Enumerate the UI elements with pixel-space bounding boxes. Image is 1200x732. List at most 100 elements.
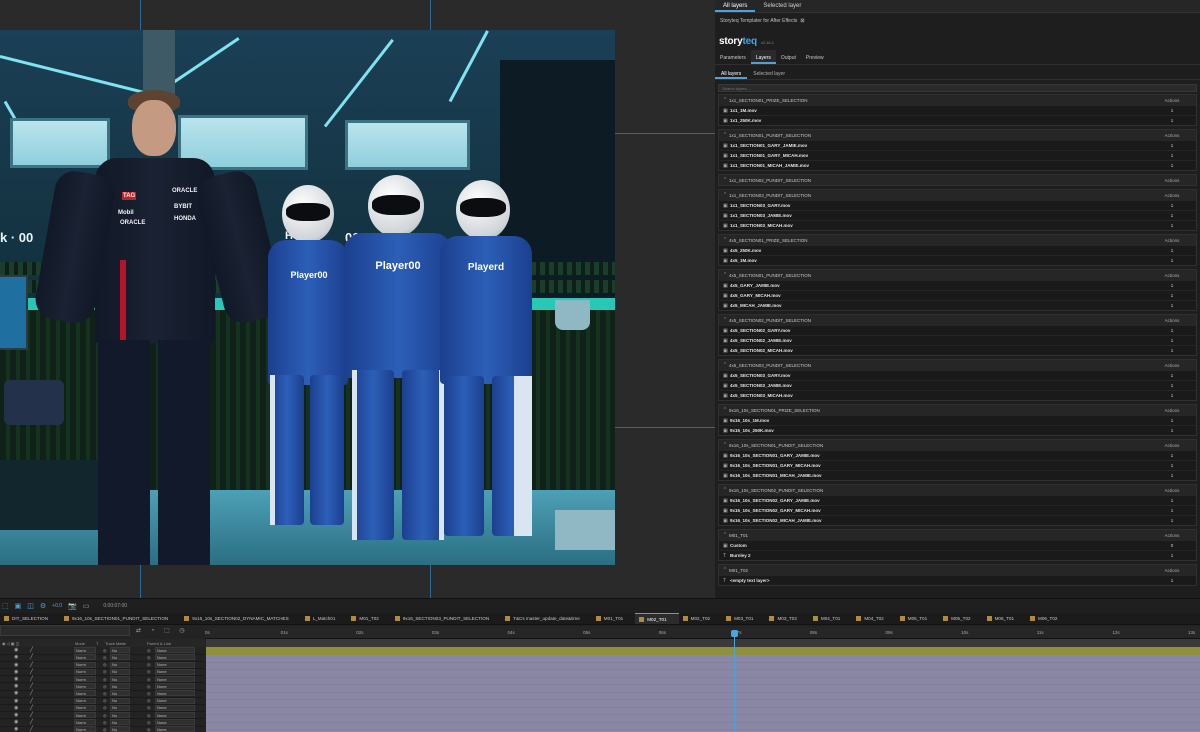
parent-select[interactable]: None <box>155 719 195 726</box>
comp-tab[interactable]: M01_T01 <box>592 613 635 624</box>
comp-tab[interactable]: M05_T01 <box>896 613 939 624</box>
layer-action-value[interactable]: 1 <box>1152 453 1192 458</box>
track-matte-select[interactable]: No <box>110 712 130 719</box>
mode-select[interactable]: Norm <box>74 712 96 719</box>
layer-action-value[interactable]: 1 <box>1152 153 1192 158</box>
layer-row[interactable]: ▣ 4x5_SECTION02_JAMIE.mov 1 <box>719 335 1196 345</box>
mode-select[interactable]: Norm <box>74 726 96 732</box>
group-header[interactable]: ⌃ M01_T01 Actions <box>719 530 1196 540</box>
layer-action-value[interactable]: 1 <box>1152 203 1192 208</box>
layer-row[interactable]: ▣ 4x5_GARY_MICAH.mov 1 <box>719 290 1196 300</box>
layer-action-value[interactable]: 1 <box>1152 463 1192 468</box>
comp-tab[interactable]: M02_T02 <box>679 613 722 624</box>
pickwhip-icon[interactable]: ◎ <box>147 713 151 718</box>
pickwhip-icon[interactable]: ◎ <box>147 662 151 667</box>
layer-row[interactable]: ▣ 9x16_10s_250K.mov 1 <box>719 425 1196 435</box>
layer-action-value[interactable]: 1 <box>1152 163 1192 168</box>
layer-action-value[interactable]: 1 <box>1152 283 1192 288</box>
close-icon[interactable]: ⊠ <box>800 18 804 24</box>
layer-row[interactable]: ▣ 9x16_10s_1M.mov 1 <box>719 415 1196 425</box>
eye-icon[interactable]: ◉ <box>14 683 18 689</box>
layer-row[interactable]: ▣ 1x1_SECTION01_GARY_JAMIE.mov 1 <box>719 140 1196 150</box>
layer-action-value[interactable]: 1 <box>1152 303 1192 308</box>
layer-action-value[interactable]: 1 <box>1152 293 1192 298</box>
track-matte-select[interactable]: No <box>110 690 130 697</box>
tab-all-layers-top[interactable]: All layers <box>715 0 756 12</box>
group-header[interactable]: ⌃ 9x16_10s_SECTION01_PUNDIT_SELECTION Acti… <box>719 440 1196 450</box>
parent-select[interactable]: None <box>155 712 195 719</box>
track-matte-select[interactable]: No <box>110 697 130 704</box>
layer-action-value[interactable]: 1 <box>1152 553 1192 558</box>
layer-row[interactable]: ▣ 1x1_250K.mov 1 <box>719 115 1196 125</box>
comp-tab[interactable]: M04_T01 <box>809 613 852 624</box>
layer-row[interactable]: ▣ 9x16_10s_SECTION02_GARY_MICAH.mov 1 <box>719 505 1196 515</box>
tab-all-layers[interactable]: All layers <box>715 67 748 79</box>
layer-action-value[interactable]: 1 <box>1152 328 1192 333</box>
layer-row[interactable]: ▣ 4x5_SECTION03_MICAH.mov 1 <box>719 390 1196 400</box>
layer-action-value[interactable]: 1 <box>1152 373 1192 378</box>
layer-row[interactable]: ▣ 4x5_SECTION02_MICAH.mov 1 <box>719 345 1196 355</box>
group-header[interactable]: ⌃ 9x16_10s_SECTION02_PUNDIT_SELECTION Acti… <box>719 485 1196 495</box>
layer-action-value[interactable]: 1 <box>1152 383 1192 388</box>
eye-icon[interactable]: ◉ <box>14 726 18 732</box>
group-header[interactable]: ⌃ 1x1_SECTION01_PRIZE_SELECTION Actions <box>719 95 1196 105</box>
comp-tab[interactable]: M06_T01 <box>983 613 1026 624</box>
parent-select[interactable]: None <box>155 697 195 704</box>
grid-icon[interactable]: ▣ <box>15 602 22 610</box>
layer-action-value[interactable]: 1 <box>1152 428 1192 433</box>
track-matte-select[interactable]: No <box>110 704 130 711</box>
pickwhip-icon[interactable]: ◎ <box>147 684 151 689</box>
eye-icon[interactable]: ◉ <box>14 669 18 675</box>
layer-row[interactable]: ▣ 9x16_10s_SECTION01_GARY_JAMIE.mov 1 <box>719 450 1196 460</box>
layer-row[interactable]: ▣ 4x5_MICAH_JAMIE.mov 1 <box>719 300 1196 310</box>
time-ruler[interactable]: 0s01s02s03s04s05s06s07s08s09s10s11s12s13… <box>205 627 1200 639</box>
parent-select[interactable]: None <box>155 683 195 690</box>
mask-icon[interactable]: ◫ <box>27 602 34 610</box>
layer-row[interactable]: ▣ 4x5_GARY_JAMIE.mov 1 <box>719 280 1196 290</box>
group-header[interactable]: ⌃ 9x16_10s_SECTION01_PRIZE_SELECTION Actio… <box>719 405 1196 415</box>
tab-output[interactable]: Output <box>776 50 801 64</box>
mode-select[interactable]: Norm <box>74 697 96 704</box>
exposure-label[interactable]: +0.0 <box>52 603 62 609</box>
eye-icon[interactable]: ◉ <box>14 719 18 725</box>
eye-icon[interactable]: ◉ <box>14 712 18 718</box>
track-matte-select[interactable]: No <box>110 654 130 661</box>
mode-select[interactable]: Norm <box>74 668 96 675</box>
eye-icon[interactable]: ◉ <box>14 662 18 668</box>
layer-row[interactable]: ▣ 4x5_SECTION02_GARY.mov 1 <box>719 325 1196 335</box>
comp-tab[interactable]: DIT_SELECTION <box>0 613 60 624</box>
layer-row[interactable]: ▣ 1x1_SECTION03_GARY.mov 1 <box>719 200 1196 210</box>
layer-action-value[interactable]: 1 <box>1152 118 1192 123</box>
layer-search-input[interactable] <box>0 625 130 636</box>
timeline-layer-row[interactable]: ◉ ╱ Norm ◎ No ◎ None <box>0 726 205 732</box>
pickwhip-icon[interactable]: ◎ <box>147 677 151 682</box>
region-icon[interactable]: ⬚ <box>2 602 9 610</box>
search-input[interactable] <box>722 85 1193 91</box>
comp-tab[interactable]: L_Match01 <box>301 613 348 624</box>
tab-selected-layer[interactable]: Selected layer <box>747 67 791 79</box>
layer-row[interactable]: ▣ 4x5_1M.mov 1 <box>719 255 1196 265</box>
layer-row[interactable]: ▣ 4x5_SECTION03_JAMIE.mov 1 <box>719 380 1196 390</box>
mode-select[interactable]: Norm <box>74 690 96 697</box>
layer-row[interactable]: ▣ 4x5_250K.mov 1 <box>719 245 1196 255</box>
layer-action-value[interactable]: 1 <box>1152 418 1192 423</box>
track-matte-select[interactable]: No <box>110 683 130 690</box>
layer-row[interactable]: ▣ 9x16_10s_SECTION02_MICAH_JAMIE.mov 1 <box>719 515 1196 525</box>
comp-tab[interactable]: M05_T02 <box>939 613 982 624</box>
parent-select[interactable]: None <box>155 690 195 697</box>
layer-action-value[interactable]: 1 <box>1152 473 1192 478</box>
layer-row[interactable]: ▣ 1x1_1M.mov 1 <box>719 105 1196 115</box>
timecode-display[interactable]: 0:00:07:00 <box>103 603 127 609</box>
mode-select[interactable]: Norm <box>74 683 96 690</box>
pickwhip-icon[interactable]: ◎ <box>147 698 151 703</box>
parent-select[interactable]: None <box>155 704 195 711</box>
tab-layers[interactable]: Layers <box>750 50 776 64</box>
layer-row[interactable]: ▣ 1x1_SECTION03_JAMIE.mov 1 <box>719 210 1196 220</box>
layer-row[interactable]: ▣ 9x16_10s_SECTION02_GARY_JAMIE.mov 1 <box>719 495 1196 505</box>
pickwhip-icon[interactable]: ◎ <box>147 669 151 674</box>
comp-tab[interactable]: 9x16_10s_SECTION02_DYNAMIC_MATCHES <box>180 613 300 624</box>
pickwhip-icon[interactable]: ◎ <box>147 691 151 696</box>
layer-row[interactable]: ▣ 1x1_SECTION03_MICAH.mov 1 <box>719 220 1196 230</box>
pickwhip-icon[interactable]: ◎ <box>147 705 151 710</box>
layer-action-value[interactable]: 1 <box>1152 338 1192 343</box>
